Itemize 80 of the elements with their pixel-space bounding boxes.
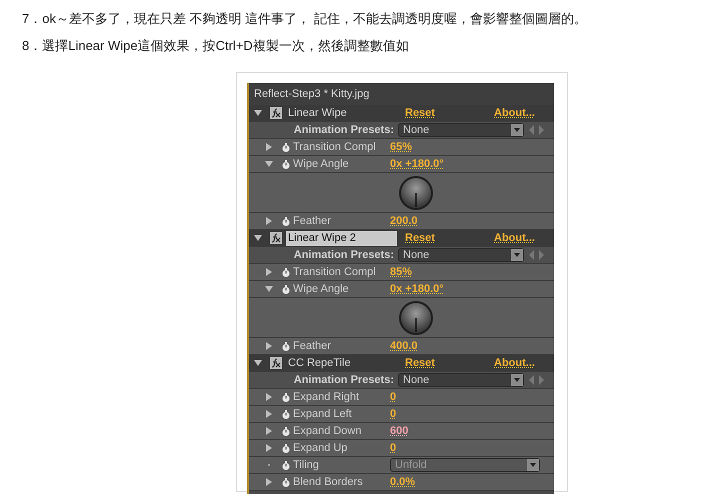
instruction-text: 8．選擇Linear Wipe這個效果，按Ctrl+D複製一次，然後調整數值如 (22, 37, 410, 55)
presets-label: Animation Presets: (292, 372, 394, 388)
presets-dropdown[interactable]: None (398, 373, 524, 387)
stopwatch-icon[interactable] (282, 342, 290, 350)
stopwatch-icon[interactable] (282, 268, 290, 276)
effect-name[interactable]: Linear Wipe 2 (286, 230, 397, 246)
expand-triangle-icon[interactable] (265, 217, 273, 225)
angle-dial-icon[interactable] (398, 174, 434, 210)
collapse-triangle-icon[interactable] (254, 234, 262, 242)
expand-triangle-icon[interactable] (265, 342, 273, 350)
reset-link[interactable]: Reset (405, 356, 435, 369)
dropdown-value: None (403, 372, 430, 388)
property-label: Tiling (293, 458, 320, 473)
instruction-text: 7．ok～差不多了，現在只差 不夠透明 這件事了， 記住，不能去調透明度喔，會影響整個圖層的。 (22, 10, 588, 28)
dropdown-caret-icon[interactable] (527, 459, 539, 471)
property-value[interactable]: 0 (390, 388, 396, 406)
about-link[interactable]: About... (494, 230, 535, 246)
presets-dropdown[interactable]: None (398, 248, 524, 262)
stopwatch-icon[interactable] (282, 392, 290, 402)
fx-icon (270, 107, 282, 119)
property-label: Blend Borders (293, 474, 364, 490)
stopwatch-icon[interactable] (282, 410, 290, 418)
about-link[interactable]: About... (494, 354, 535, 372)
expand-triangle-icon[interactable] (265, 143, 273, 151)
expand-triangle-icon[interactable] (265, 268, 273, 276)
stopwatch-icon[interactable] (282, 426, 290, 436)
expand-triangle-icon[interactable] (265, 444, 273, 452)
reset-link[interactable]: Reset (405, 232, 435, 244)
property-label: Wipe Angle (293, 156, 350, 172)
stopwatch-icon[interactable] (282, 160, 290, 168)
property-label: Transition Compl (293, 264, 377, 280)
stopwatch-icon[interactable] (282, 216, 290, 226)
expand-triangle-icon[interactable] (265, 427, 273, 435)
collapse-triangle-icon[interactable] (254, 109, 262, 117)
stopwatch-icon[interactable] (282, 284, 290, 294)
dropdown-caret-icon[interactable] (511, 374, 523, 386)
stopwatch-icon[interactable] (282, 444, 290, 452)
stopwatch-icon[interactable] (282, 142, 290, 152)
property-label: Expand Up (293, 440, 348, 456)
dropdown-value: None (403, 248, 430, 263)
effect-name[interactable]: CC RepeTile (286, 356, 397, 370)
fx-icon (270, 232, 282, 244)
property-value[interactable]: 65% (390, 138, 412, 156)
effect-name[interactable]: Linear Wipe (286, 106, 397, 120)
property-label: Feather (293, 338, 332, 354)
collapse-triangle-icon[interactable] (265, 160, 273, 168)
dropdown-value: Unfold (395, 458, 427, 473)
expand-triangle-icon[interactable] (265, 478, 273, 486)
about-link[interactable]: About... (494, 104, 535, 122)
property-label: Expand Left (293, 406, 353, 422)
property-value[interactable]: 200.0 (390, 212, 418, 230)
expand-triangle-icon[interactable] (265, 393, 273, 401)
expand-triangle-icon[interactable] (265, 410, 273, 418)
property-value[interactable]: 0.0% (390, 474, 416, 490)
dropdown-caret-icon[interactable] (511, 249, 523, 261)
angle-dial-icon[interactable] (398, 300, 434, 336)
dropdown-value: None (403, 122, 430, 138)
presets-label: Animation Presets: (292, 122, 394, 138)
property-value[interactable]: 0x +180.0° (390, 156, 444, 172)
property-label: Expand Right (293, 390, 360, 405)
collapse-triangle-icon[interactable] (254, 359, 262, 367)
property-label: Wipe Angle (293, 282, 350, 297)
presets-label: Animation Presets: (292, 248, 394, 263)
property-value[interactable]: 0 (390, 406, 396, 422)
presets-dropdown[interactable]: None (398, 123, 524, 137)
stopwatch-icon[interactable] (282, 460, 290, 470)
property-label: Transition Compl (293, 140, 377, 155)
fx-icon (270, 357, 282, 369)
property-value[interactable]: 600 (390, 422, 408, 440)
collapse-triangle-icon[interactable] (265, 285, 273, 293)
dropdown-caret-icon[interactable] (511, 124, 523, 136)
stopwatch-icon[interactable] (282, 478, 290, 486)
reset-link[interactable]: Reset (405, 106, 435, 119)
property-value[interactable]: 400.0 (390, 338, 418, 354)
property-label: Expand Down (293, 424, 362, 439)
property-value[interactable]: 0 (390, 440, 396, 456)
property-label: Feather (293, 214, 332, 229)
property-value[interactable]: 85% (390, 264, 412, 280)
property-value[interactable]: 0x +180.0° (390, 280, 444, 298)
panel-title: Reflect-Step3 * Kitty.jpg (249, 83, 554, 105)
